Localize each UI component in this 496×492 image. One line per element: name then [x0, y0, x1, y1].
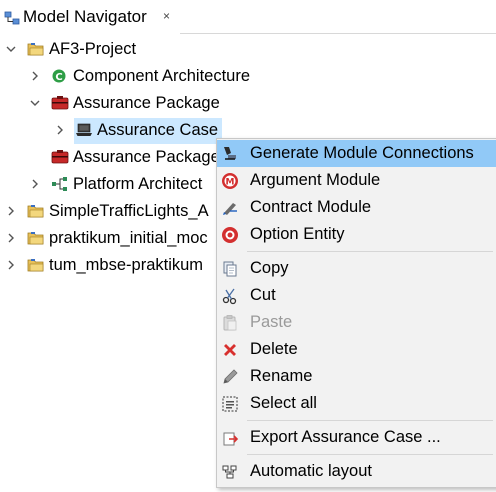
- menu-item-label: Automatic layout: [250, 462, 372, 480]
- select-all-icon: [222, 396, 238, 412]
- tree-item-af3-project[interactable]: AF3-Project: [0, 36, 496, 63]
- menu-item-cut[interactable]: Cut: [217, 282, 496, 309]
- menu-item-delete[interactable]: Delete: [217, 336, 496, 363]
- model-navigator-tab[interactable]: Model Navigator ×: [0, 0, 180, 34]
- menu-item-paste[interactable]: Paste: [217, 309, 496, 336]
- tree-item-label: Assurance Case: [97, 121, 219, 139]
- chevron-down-icon[interactable]: [5, 42, 17, 56]
- menu-separator: [247, 454, 493, 455]
- view-title: Model Navigator: [23, 7, 147, 26]
- chevron-down-icon[interactable]: [29, 96, 41, 110]
- menu-item-label: Select all: [250, 394, 317, 412]
- tree-item-label: Assurance Package: [73, 94, 220, 112]
- tree-item-label: AF3-Project: [49, 40, 137, 58]
- tree-item-label: tum_mbse-praktikum: [49, 256, 204, 274]
- rename-icon: [223, 369, 238, 384]
- folder-project-icon: [27, 205, 44, 218]
- menu-item-automatic-layout[interactable]: Automatic layout: [217, 458, 496, 485]
- cut-icon: [222, 288, 237, 305]
- menu-item-argument-module[interactable]: M Argument Module: [217, 167, 496, 194]
- svg-text:M: M: [226, 178, 235, 188]
- chevron-right-icon[interactable]: [5, 258, 17, 272]
- delete-icon: [224, 344, 236, 356]
- svg-text:C: C: [55, 72, 62, 83]
- assurance-package-icon: [51, 96, 69, 110]
- platform-icon: [52, 177, 67, 191]
- chevron-right-icon[interactable]: [54, 123, 66, 137]
- menu-item-label: Export Assurance Case ...: [250, 428, 441, 446]
- menu-item-label: Copy: [250, 259, 289, 277]
- component-icon: C: [52, 69, 66, 83]
- tree-item-assurance-package[interactable]: Assurance Package: [0, 90, 496, 117]
- menu-item-label: Rename: [250, 367, 313, 385]
- menu-item-label: Argument Module: [250, 171, 381, 189]
- chevron-right-icon[interactable]: [5, 231, 17, 245]
- menu-item-select-all[interactable]: Select all: [217, 390, 496, 417]
- menu-item-copy[interactable]: Copy: [217, 255, 496, 282]
- chevron-right-icon[interactable]: [29, 69, 41, 83]
- argument-module-icon: M: [222, 173, 238, 189]
- view-tab-bar: Model Navigator ×: [0, 0, 496, 34]
- folder-project-icon: [27, 43, 44, 56]
- menu-separator: [247, 251, 493, 252]
- menu-item-label: Delete: [250, 340, 298, 358]
- context-menu: Generate Module Connections M Argument M…: [216, 138, 496, 488]
- close-icon[interactable]: ×: [163, 9, 170, 23]
- assurance-package-icon: [51, 150, 69, 164]
- menu-item-label: Cut: [250, 286, 276, 304]
- menu-item-rename[interactable]: Rename: [217, 363, 496, 390]
- navigator-icon: [4, 11, 20, 25]
- menu-item-export-assurance-case[interactable]: Export Assurance Case ...: [217, 424, 496, 451]
- module-connections-icon: [224, 147, 236, 160]
- folder-project-icon: [27, 259, 44, 272]
- menu-item-label: Option Entity: [250, 225, 345, 243]
- option-entity-icon: [222, 227, 238, 243]
- folder-project-icon: [27, 232, 44, 245]
- tree-item-label: Platform Architect: [73, 175, 203, 193]
- export-icon: [223, 432, 239, 446]
- menu-item-label: Contract Module: [250, 198, 372, 216]
- model-navigator-window: Model Navigator × AF3-Project C Componen…: [0, 0, 496, 492]
- copy-icon: [223, 261, 237, 277]
- tree-item-label: Assurance Package: [73, 148, 220, 166]
- paste-icon: [223, 315, 237, 331]
- chevron-right-icon[interactable]: [5, 204, 17, 218]
- menu-item-label: Generate Module Connections: [250, 144, 474, 162]
- tree-item-label: Component Architecture: [73, 67, 251, 85]
- contract-module-icon: [223, 203, 237, 215]
- tree-item-component-architecture[interactable]: C Component Architecture: [0, 63, 496, 90]
- menu-item-label: Paste: [250, 313, 293, 331]
- chevron-right-icon[interactable]: [29, 177, 41, 191]
- tree-item-label: SimpleTrafficLights_A: [49, 202, 209, 220]
- menu-item-option-entity[interactable]: Option Entity: [217, 221, 496, 248]
- assurance-case-icon: [76, 123, 92, 136]
- menu-item-contract-module[interactable]: Contract Module: [217, 194, 496, 221]
- menu-separator: [247, 420, 493, 421]
- menu-item-generate-module-connections[interactable]: Generate Module Connections: [217, 140, 496, 167]
- tree-item-label: praktikum_initial_moc: [49, 229, 208, 247]
- automatic-layout-icon: [222, 465, 237, 479]
